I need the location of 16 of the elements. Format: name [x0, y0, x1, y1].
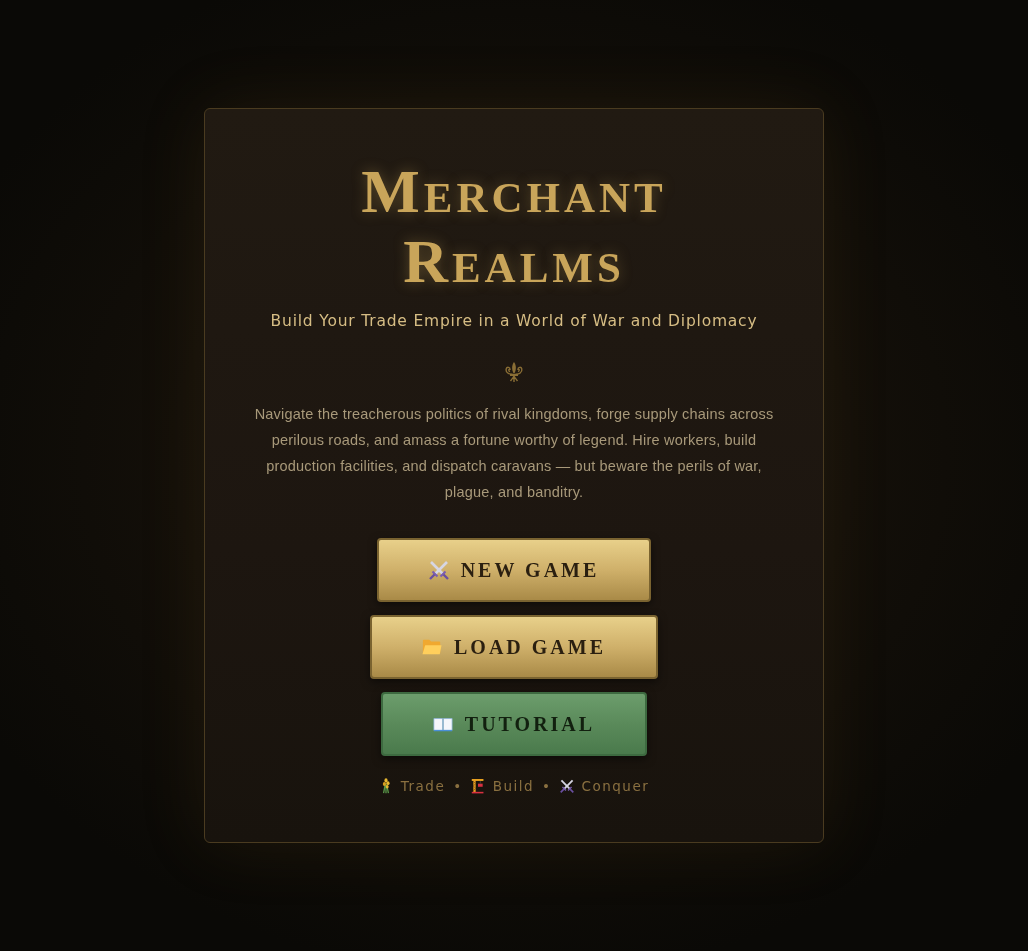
tagline-word: Conquer [581, 777, 650, 796]
description-text: Navigate the treacherous politics of rival kingdoms, forge supply chains across perilous roads, and amass a fortune worthy of legend. Hire workers, build production facilities, and dispatch caravans — but beware the perils of war, plague, and banditry. [253, 405, 775, 502]
menu-button[interactable]: NEW GAME [376, 538, 652, 602]
tagline-word: Build [492, 777, 535, 796]
fleur-de-lis-icon [504, 361, 524, 383]
tagline-separator: • [542, 777, 552, 796]
crossed-swords-icon [428, 560, 449, 580]
crossed-swords-icon [559, 778, 574, 794]
game-title: Merchant Realms [360, 156, 668, 296]
tagline-word: Trade [400, 777, 446, 796]
crane-icon [470, 778, 485, 794]
subtitle: Build Your Trade Empire in a World of War and Diplomacy [270, 311, 758, 332]
menu-button[interactable]: LOAD GAME [370, 615, 658, 679]
menu-button[interactable]: TUTORIAL [380, 692, 648, 756]
tagline-separator: • [453, 777, 463, 796]
folder-icon [422, 637, 442, 657]
